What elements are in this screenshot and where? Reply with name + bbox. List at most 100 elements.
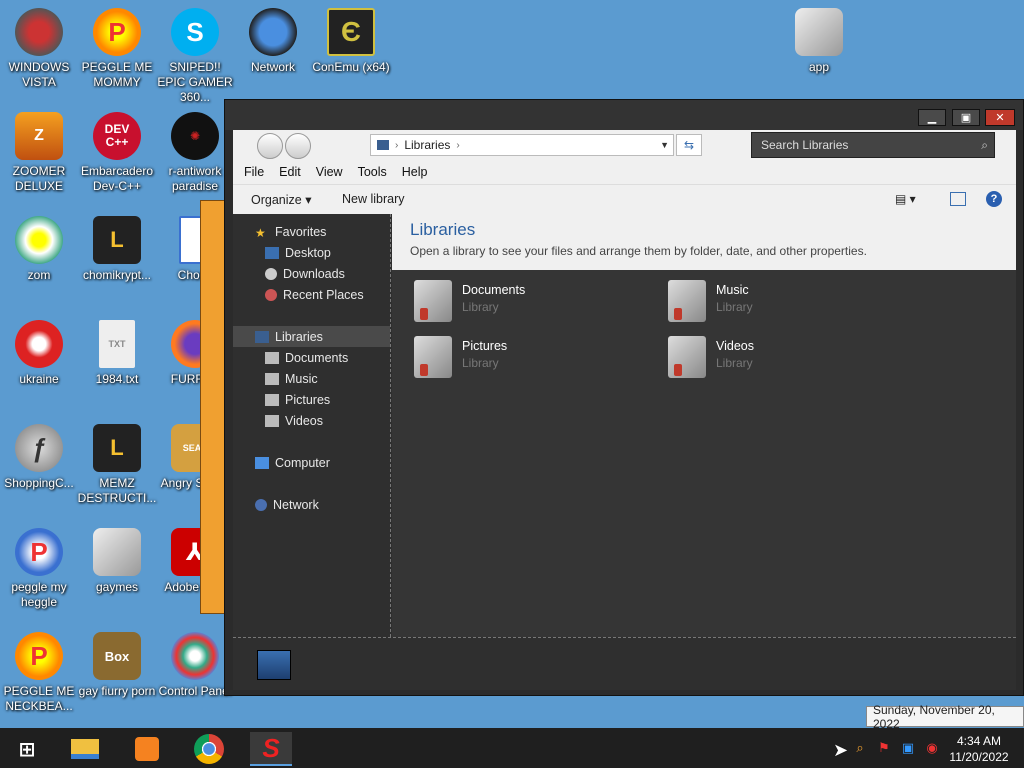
taskbar-file-explorer[interactable] (64, 732, 106, 766)
navigation-pane: ★ Favorites Desktop Downloads Recent Pla… (233, 214, 391, 637)
music-library-icon (668, 280, 706, 322)
media-player-icon (135, 737, 159, 761)
explorer-window: ▁ ▣ ✕ › Libraries › ▼ ⇆ Search Libraries… (224, 99, 1024, 696)
nav-documents[interactable]: Documents (265, 348, 348, 368)
menu-view[interactable]: View (316, 165, 343, 179)
desktop-icon-app[interactable]: app (779, 8, 859, 75)
library-name: Music (716, 283, 749, 297)
desktop-icon-windows-vista[interactable]: WINDOWS VISTA (0, 8, 79, 90)
nav-network[interactable]: Network (255, 495, 319, 515)
chrome-icon (194, 734, 224, 764)
box-icon: Box (93, 632, 141, 680)
desktop-icon (265, 247, 279, 259)
desktop-icon-dev-cpp[interactable]: DEV C++ Embarcadero Dev-C++ (77, 112, 157, 194)
volume-tray-icon[interactable]: ◉ (924, 740, 940, 756)
desktop-icon-control-panel[interactable]: Control Panel (155, 632, 235, 699)
search-input[interactable]: Search Libraries ⌕ (751, 132, 995, 158)
new-library-button[interactable]: New library (342, 192, 405, 206)
shortcut-l-icon: L (93, 216, 141, 264)
network-globe-icon (249, 8, 297, 56)
chevron-down-icon[interactable]: ▼ (660, 140, 669, 150)
taskbar-sniped-app[interactable]: S (250, 732, 292, 766)
desktop-icon-gaymes[interactable]: gaymes (77, 528, 157, 595)
date-tooltip: Sunday, November 20, 2022 (866, 703, 1024, 731)
desktop-icon-r-antiwork[interactable]: ✺ r-antiwork paradise (155, 112, 235, 194)
clock-date: 11/20/2022 (949, 750, 1009, 764)
nav-computer[interactable]: Computer (255, 453, 330, 473)
change-view-button[interactable]: ▤ ▾ (895, 192, 916, 206)
library-item-pictures[interactable]: Pictures Library (414, 336, 507, 378)
nav-videos[interactable]: Videos (265, 411, 323, 431)
desktop-icon-peggle-me-mommy[interactable]: P PEGGLE ME MOMMY (77, 8, 157, 90)
desktop-icon-gay-fiurry[interactable]: Box gay fiurry porn (77, 632, 157, 699)
desktop-icon-conemu[interactable]: Є ConEmu (x64) (311, 8, 391, 75)
radiation-icon (15, 320, 63, 368)
preview-pane-icon[interactable] (950, 192, 966, 206)
menu-help[interactable]: Help (402, 165, 428, 179)
system-clock[interactable]: 4:34 AM 11/20/2022 (944, 733, 1014, 765)
menu-tools[interactable]: Tools (358, 165, 387, 179)
antiwork-icon: ✺ (171, 112, 219, 160)
nav-recent-places[interactable]: Recent Places (265, 285, 364, 305)
desktop-icon-1984-txt[interactable]: TXT 1984.txt (77, 320, 157, 387)
refresh-button[interactable]: ⇆ (676, 134, 702, 156)
close-button[interactable]: ✕ (985, 109, 1015, 126)
zoomer-icon: Z (15, 112, 63, 160)
desktop-icon-peggle-me-neckbea[interactable]: P PEGGLE ME NECKBEA... (0, 632, 79, 714)
nav-favorites[interactable]: ★ Favorites (255, 222, 326, 242)
videos-icon (265, 415, 279, 427)
desktop-icon-skype[interactable]: S SNIPED!! EPIC GAMER 360... (155, 8, 235, 105)
desktop-icon-zom[interactable]: zom (0, 216, 79, 283)
title-bar[interactable]: ▁ ▣ ✕ (225, 100, 1023, 130)
nav-libraries[interactable]: Libraries (255, 327, 323, 347)
close-icon: ✕ (995, 112, 1005, 124)
vista-icon (15, 8, 63, 56)
library-icon (377, 140, 389, 150)
breadcrumb-separator-icon: › (456, 139, 460, 151)
library-item-videos[interactable]: Videos Library (668, 336, 754, 378)
desktop-icon-ukraine[interactable]: ukraine (0, 320, 79, 387)
flag-tray-icon[interactable]: ⚑ (876, 740, 892, 756)
start-button[interactable]: ⊞ (6, 732, 48, 766)
shortcut-l-icon: L (93, 424, 141, 472)
menu-edit[interactable]: Edit (279, 165, 301, 179)
music-icon (265, 373, 279, 385)
organize-button[interactable]: Organize ▾ (251, 192, 311, 207)
display-tray-icon[interactable]: ▣ (900, 740, 916, 756)
menu-file[interactable]: File (244, 165, 264, 179)
computer-icon (255, 457, 269, 469)
desktop-icon-memz[interactable]: L MEMZ DESTRUCTI... (77, 424, 157, 506)
text-file-icon: TXT (99, 320, 135, 368)
library-name: Documents (462, 283, 526, 297)
desktop-icon-peggle-my-heggle[interactable]: P peggle my heggle (0, 528, 79, 610)
library-item-music[interactable]: Music Library (668, 280, 753, 322)
mouse-cursor-icon: ➤ (833, 740, 849, 760)
back-button[interactable] (257, 133, 283, 159)
nav-desktop[interactable]: Desktop (265, 243, 331, 263)
explorer-body: › Libraries › ▼ ⇆ Search Libraries ⌕ Fil… (233, 130, 1016, 690)
library-item-documents[interactable]: Documents Library (414, 280, 525, 322)
search-icon[interactable]: ⌕ (981, 138, 988, 153)
desktop-icon-shopping[interactable]: ƒ ShoppingC... (0, 424, 79, 491)
windows-logo-icon: ⊞ (18, 738, 36, 761)
peggle-icon: P (15, 528, 63, 576)
help-icon[interactable]: ? (986, 191, 1002, 207)
desktop-icon-chomikrypt[interactable]: L chomikrypt... (77, 216, 157, 283)
taskbar-media-player[interactable] (126, 732, 168, 766)
address-bar[interactable]: › Libraries › ▼ (370, 134, 674, 156)
taskbar-chrome[interactable] (188, 732, 230, 766)
desktop-icon-network[interactable]: Network (233, 8, 313, 75)
nav-music[interactable]: Music (265, 369, 318, 389)
content-pane: Libraries Open a library to see your fil… (392, 214, 1016, 637)
minimize-button[interactable]: ▁ (918, 109, 946, 126)
nav-pictures[interactable]: Pictures (265, 390, 330, 410)
library-name: Videos (716, 339, 754, 353)
library-large-icon (257, 650, 291, 680)
search-tray-icon[interactable]: ⌕ (852, 740, 868, 756)
breadcrumb-libraries[interactable]: Libraries (404, 138, 450, 152)
devcpp-icon: DEV C++ (93, 112, 141, 160)
maximize-button[interactable]: ▣ (952, 109, 980, 126)
desktop-icon-zoomer-deluxe[interactable]: Z ZOOMER DELUXE (0, 112, 79, 194)
forward-button[interactable] (285, 133, 311, 159)
nav-downloads[interactable]: Downloads (265, 264, 345, 284)
